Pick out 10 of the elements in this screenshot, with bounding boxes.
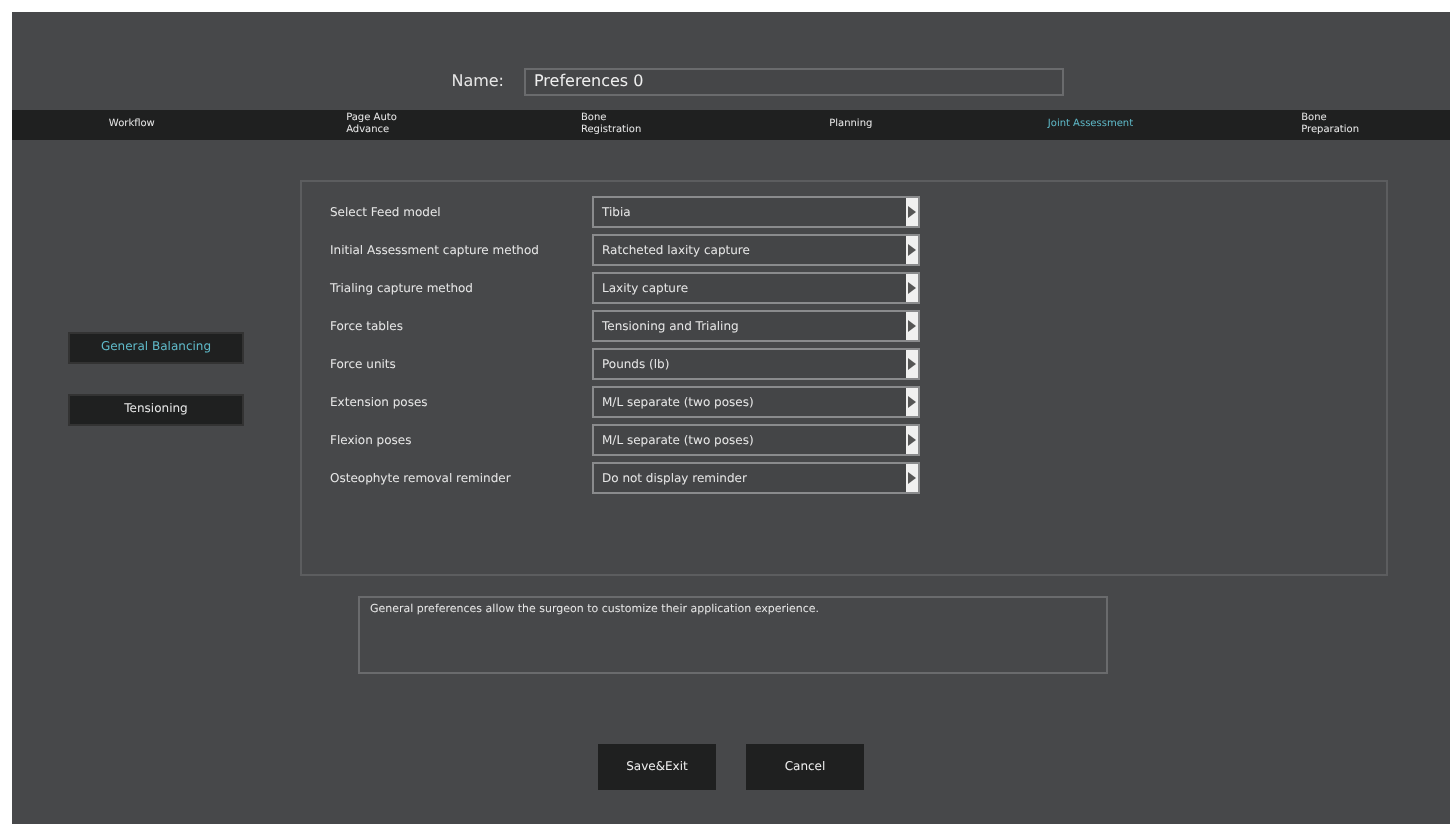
caret-icon [908,358,916,370]
caret-icon [908,472,916,484]
name-label: Name: [449,72,504,90]
caret-icon [908,320,916,332]
caret-icon [908,244,916,256]
caret-icon [908,434,916,446]
caret-icon [908,206,916,218]
caret-icon [908,396,916,408]
name-field[interactable]: Preferences 0 [524,67,1064,95]
caret-icon [908,282,916,294]
